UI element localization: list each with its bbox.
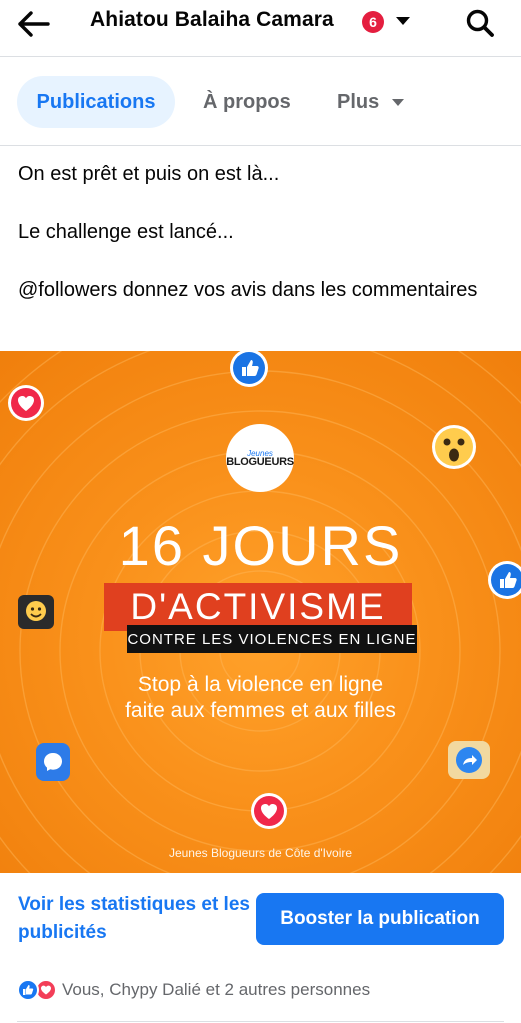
search-icon [466,9,494,37]
love-icon [8,385,44,421]
search-button[interactable] [462,5,498,41]
image-headline: 16 JOURS [118,514,403,577]
wow-icon [432,425,476,469]
post-line: On est prêt et puis on est là... [18,163,280,185]
subtitle-banner: CONTRE LES VIOLENCES EN LIGNE [127,625,417,653]
post-line: Le challenge est lancé... [18,221,234,243]
tab-more-label: Plus [337,90,380,113]
share-icon [448,741,490,779]
subtitle-text: CONTRE LES VIOLENCES EN LIGNE [127,630,417,648]
post-line: @followers donnez vos avis dans les comm… [18,279,478,301]
love-icon [251,793,287,829]
top-bar: Ahiatou Balaiha Camara 6 [0,0,521,57]
arrow-left-icon [18,11,50,37]
reactions-text: Vous, Chypy Dalié et 2 autres personnes [62,980,371,999]
boost-button[interactable]: Booster la publication [256,893,504,945]
tab-more[interactable]: Plus [337,76,405,128]
chevron-down-icon [392,99,405,106]
chevron-down-icon[interactable] [395,14,411,28]
page-title[interactable]: Ahiatou Balaiha Camara [90,8,334,32]
activism-text: D'ACTIVISME [130,586,386,627]
divider [17,1021,504,1022]
image-credit: Jeunes Blogueurs de Côte d'Ivoire [168,846,353,860]
blogueurs-logo: Jeunes BLOGUEURS [226,424,294,492]
logo-text: BLOGUEURS [226,455,294,468]
emoji-chat-icon [18,595,54,629]
stop-line: Stop à la violence en ligne [137,673,384,696]
back-button[interactable] [14,6,54,42]
like-icon [230,351,268,387]
tab-about[interactable]: À propos [203,76,291,128]
stats-link[interactable]: Voir les statistiques et les publicités [18,891,250,947]
stop-line: faite aux femmes et aux filles [125,699,396,722]
messenger-icon [36,743,70,781]
profile-tabs: Publications À propos Plus [0,58,521,146]
stop-message: Stop à la violence en ligne faite aux fe… [0,672,521,724]
like-reaction-icon [17,979,39,1001]
tab-publications[interactable]: Publications [17,76,175,128]
reactions-summary[interactable]: Vous, Chypy Dalié et 2 autres personnes [17,977,370,1003]
post-text: On est prêt et puis on est là... Le chal… [18,160,508,305]
notification-badge: 6 [362,11,384,33]
activism-banner: D'ACTIVISME [104,583,412,631]
